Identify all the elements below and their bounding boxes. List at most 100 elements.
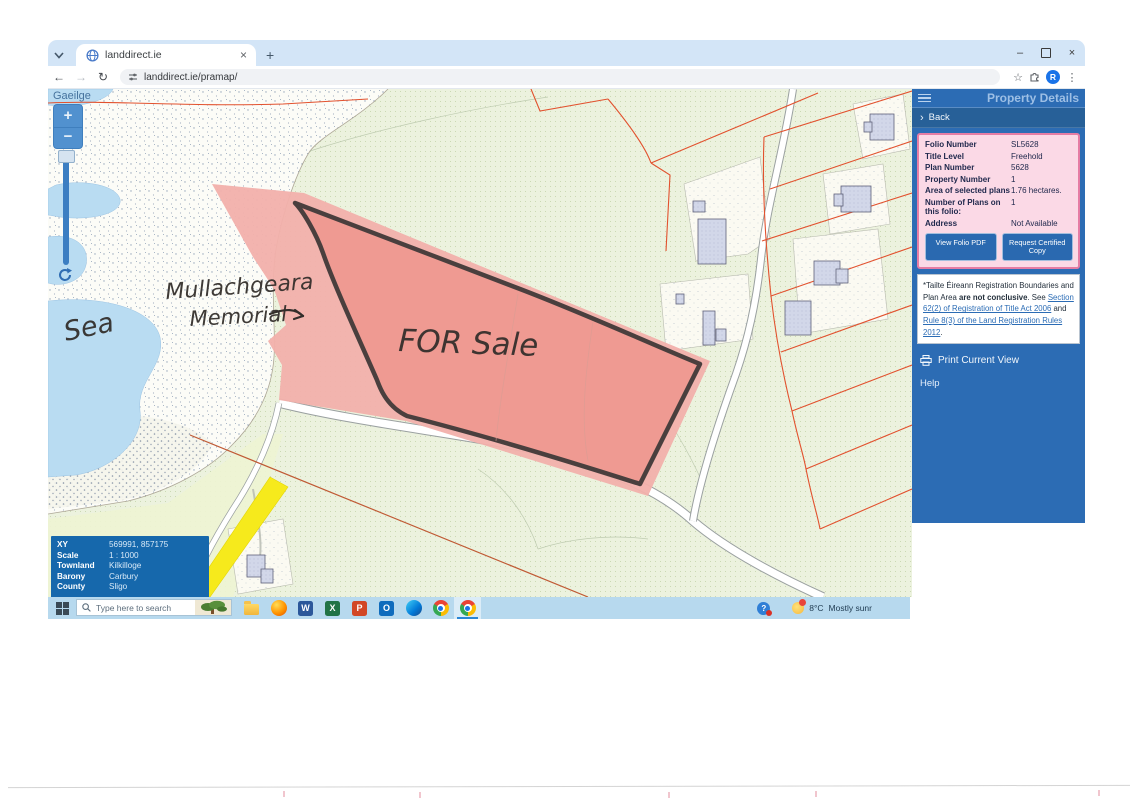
window-minimize-button[interactable]: – (1007, 40, 1033, 66)
scanned-page: landdirect.ie × + – × ← → ↻ l (0, 0, 1132, 800)
detail-row: Folio Number SL5628 (925, 140, 1073, 150)
info-value: Kilkilloge (109, 561, 141, 572)
detail-row: Title Level Freehold (925, 152, 1073, 162)
new-tab-button[interactable]: + (256, 47, 284, 66)
zoom-out-button[interactable]: − (53, 127, 83, 149)
start-button-icon[interactable] (56, 602, 69, 615)
detail-value: SL5628 (1011, 140, 1039, 150)
taskbar-tray: ? 8°C Mostly sunr (757, 597, 872, 619)
info-label: County (57, 582, 109, 593)
hamburger-menu-icon[interactable] (918, 94, 931, 103)
window-maximize-button[interactable] (1033, 40, 1059, 66)
info-row-scale: Scale 1 : 1000 (57, 551, 203, 562)
zoom-in-button[interactable]: + (53, 104, 83, 128)
url-text: landdirect.ie/pramap/ (144, 72, 237, 83)
toolbar-right-icons: ☆ R ⋮ (1008, 70, 1079, 84)
browser-toolbar: ← → ↻ landdirect.ie/pramap/ ☆ R ⋮ (48, 66, 1085, 89)
taskbar-firefox-icon[interactable] (265, 597, 292, 619)
browser-content: Mullachgeara Memorial FOR Sale Sea Gaeil… (48, 89, 1085, 597)
map-viewport[interactable]: Mullachgeara Memorial FOR Sale Sea Gaeil… (48, 89, 912, 597)
help-link[interactable]: Help (912, 370, 1085, 397)
nav-forward-icon[interactable]: → (70, 70, 92, 84)
nav-back-icon[interactable]: ← (48, 70, 70, 84)
taskbar-search-input[interactable]: Type here to search (76, 599, 232, 616)
scan-mark (419, 792, 421, 798)
info-value: 569991, 857175 (109, 540, 168, 551)
profile-avatar[interactable]: R (1046, 70, 1060, 84)
detail-label: Property Number (925, 175, 1011, 185)
taskbar-excel-icon[interactable]: X (319, 597, 346, 619)
detail-label: Number of Plans on this folio: (925, 198, 1011, 217)
info-row-xy: XY 569991, 857175 (57, 540, 203, 551)
registration-rules-link[interactable]: Rule 8(3) of the Land Registration Rules… (923, 316, 1062, 337)
request-certified-copy-button[interactable]: Request Certified Copy (1002, 233, 1074, 261)
detail-value: 1.76 hectares. (1011, 186, 1062, 196)
tab-search-chevron-icon[interactable] (48, 44, 70, 66)
window-controls: – × (1007, 40, 1085, 66)
browser-tab[interactable]: landdirect.ie × (76, 44, 256, 66)
windows-taskbar: Type here to search W X P O (48, 597, 910, 619)
disclaimer-text: . (940, 328, 942, 337)
site-info-tune-icon[interactable] (128, 72, 138, 82)
map-canvas[interactable]: Mullachgeara Memorial FOR Sale Sea (48, 89, 912, 597)
print-current-view-button[interactable]: Print Current View (912, 348, 1085, 370)
browser-menu-icon[interactable]: ⋮ (1065, 71, 1079, 84)
tab-close-icon[interactable]: × (237, 48, 250, 62)
taskbar-chrome-icon[interactable] (427, 597, 454, 619)
word-icon: W (298, 601, 313, 616)
nav-reload-icon[interactable]: ↻ (92, 70, 114, 84)
weather-condition[interactable]: Mostly sunr (829, 603, 872, 613)
weather-temp[interactable]: 8°C (809, 603, 823, 613)
zoom-slider-handle[interactable] (58, 150, 75, 163)
disclaimer-text: and (1051, 304, 1066, 313)
detail-label: Area of selected plans (925, 186, 1011, 196)
info-value: Carbury (109, 572, 138, 583)
detail-value: Freehold (1011, 152, 1043, 162)
detail-label: Plan Number (925, 163, 1011, 173)
chrome-icon (460, 600, 476, 616)
language-toggle-link[interactable]: Gaeilge (53, 90, 91, 102)
detail-value: 5628 (1011, 163, 1029, 173)
back-chevron-icon: › (920, 112, 924, 124)
search-highlight-tree-image[interactable] (195, 600, 231, 615)
bookmark-star-icon[interactable]: ☆ (1008, 71, 1028, 84)
window-close-button[interactable]: × (1059, 40, 1085, 66)
weather-sun-icon[interactable] (792, 602, 804, 614)
firefox-icon (271, 600, 287, 616)
url-bar[interactable]: landdirect.ie/pramap/ (120, 69, 1000, 85)
search-placeholder: Type here to search (96, 603, 195, 613)
tray-help-icon[interactable]: ? (757, 602, 770, 615)
info-row-townland: Townland Kilkilloge (57, 561, 203, 572)
detail-value: 1 (1011, 198, 1015, 217)
info-label: Barony (57, 572, 109, 583)
chrome-icon (433, 600, 449, 616)
taskbar-outlook-icon[interactable]: O (373, 597, 400, 619)
detail-row: Number of Plans on this folio: 1 (925, 198, 1073, 217)
info-value: 1 : 1000 (109, 551, 139, 562)
taskbar-word-icon[interactable]: W (292, 597, 319, 619)
scan-white-margin (912, 523, 1085, 597)
map-refresh-button[interactable] (57, 267, 73, 283)
taskbar-chrome-active-icon[interactable] (454, 597, 481, 619)
info-label: Scale (57, 551, 109, 562)
info-label: Townland (57, 561, 109, 572)
folio-actions: View Folio PDF Request Certified Copy (925, 233, 1073, 261)
disclaimer-text: . See (1027, 293, 1047, 302)
taskbar-powerpoint-icon[interactable]: P (346, 597, 373, 619)
folder-icon (244, 604, 259, 615)
maximize-icon (1041, 48, 1051, 58)
extensions-puzzle-icon[interactable] (1028, 71, 1041, 84)
taskbar-edge-icon[interactable] (400, 597, 427, 619)
scan-mark (668, 792, 670, 798)
info-row-barony: Barony Carbury (57, 572, 203, 583)
taskbar-file-explorer-icon[interactable] (238, 597, 265, 619)
detail-label: Folio Number (925, 140, 1011, 150)
zoom-slider[interactable] (63, 153, 69, 265)
for-sale-annotation: FOR Sale (398, 323, 539, 364)
property-details-panel: Property Details › Back Folio Number SL5… (912, 89, 1085, 523)
back-button[interactable]: › Back (912, 108, 1085, 128)
taskbar-app-icons: W X P O (238, 597, 481, 619)
info-row-county: County Sligo (57, 582, 203, 593)
view-folio-pdf-button[interactable]: View Folio PDF (925, 233, 997, 261)
detail-row: Area of selected plans 1.76 hectares. (925, 186, 1073, 196)
